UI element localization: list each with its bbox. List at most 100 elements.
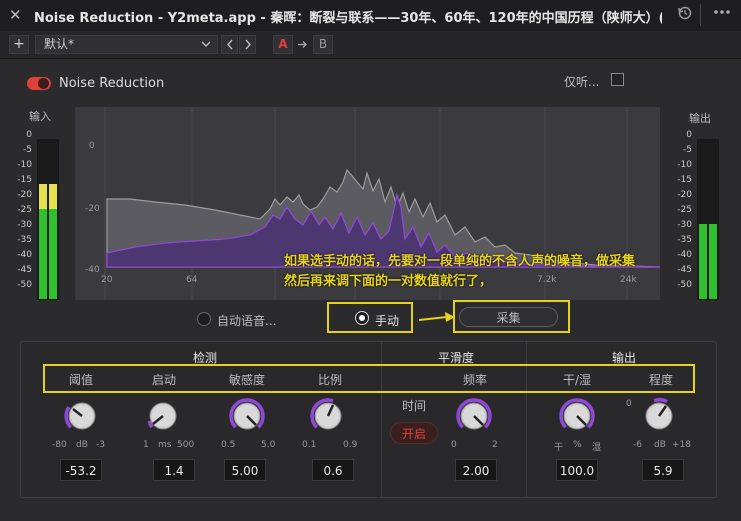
level-unit: dB <box>654 440 666 450</box>
chevron-right-icon <box>244 39 251 50</box>
noise-reduction-toggle[interactable] <box>27 77 51 90</box>
time-toggle-button[interactable]: 开启 <box>390 422 438 444</box>
scale-label: -20 <box>677 190 692 200</box>
threshold-knob[interactable] <box>60 394 104 438</box>
preset-select[interactable]: 默认* <box>35 35 218 54</box>
attack-knob[interactable] <box>141 394 185 438</box>
level-knob[interactable] <box>637 394 681 438</box>
input-meter <box>37 139 59 300</box>
scale-label: -45 <box>17 265 32 275</box>
meter-left-green <box>699 224 707 299</box>
threshold-min: -80 <box>52 440 67 450</box>
drywet-unit: % <box>573 440 582 450</box>
auto-speech-radio[interactable] <box>197 312 211 326</box>
ratio-value[interactable]: 0.6 <box>312 459 354 481</box>
input-meter-label: 输入 <box>29 110 51 123</box>
scale-label: -40 <box>677 250 692 260</box>
scale-label: -5 <box>23 145 32 155</box>
arrow-icon <box>417 309 457 325</box>
toggle-knob <box>38 78 49 89</box>
scale-label: -25 <box>17 205 32 215</box>
scale-label: -10 <box>677 160 692 170</box>
scale-label: 0 <box>686 130 692 140</box>
scale-label: -5 <box>683 145 692 155</box>
sensitivity-value[interactable]: 5.00 <box>224 459 266 481</box>
threshold-label: 阈值 <box>69 373 94 387</box>
time-toggle-label: 开启 <box>401 427 426 441</box>
drywet-max: 湿 <box>592 443 602 453</box>
scale-label: -35 <box>17 235 32 245</box>
level-max: +18 <box>672 440 691 450</box>
manual-radio[interactable] <box>355 311 369 325</box>
frequency-max: 2 <box>492 440 498 450</box>
level-top-mark: 0 <box>626 399 632 409</box>
drywet-value[interactable]: 100.0 <box>556 459 598 481</box>
meter-left-green <box>39 209 47 299</box>
scale-label: -30 <box>17 220 32 230</box>
prev-preset-button[interactable] <box>221 35 238 54</box>
frequency-knob[interactable] <box>452 394 496 438</box>
capture-button[interactable]: 采集 <box>459 307 558 327</box>
spectrum-x-label: 64 <box>186 275 198 285</box>
drywet-label: 干/湿 <box>563 373 592 387</box>
threshold-value[interactable]: -53.2 <box>60 459 102 481</box>
capture-label: 采集 <box>496 311 521 325</box>
level-label: 程度 <box>649 373 674 387</box>
spectrum-x-label: 24k <box>620 275 637 285</box>
attack-min: 1 <box>143 440 149 450</box>
sensitivity-label: 敏感度 <box>229 373 266 387</box>
listen-only-checkbox[interactable] <box>611 73 624 86</box>
output-meter <box>697 139 719 300</box>
meter-right-yellow <box>49 184 57 209</box>
chevron-down-icon <box>201 37 211 56</box>
frequency-label: 频率 <box>463 373 488 387</box>
preset-name: 默认* <box>44 37 75 51</box>
ratio-label: 比例 <box>318 373 343 387</box>
compare-a-button[interactable]: A <box>273 35 293 54</box>
scale-label: -30 <box>677 220 692 230</box>
chevron-left-icon <box>226 39 233 50</box>
sensitivity-max: 5.0 <box>261 440 276 450</box>
attack-unit: ms <box>158 440 172 450</box>
copy-arrow-icon[interactable] <box>294 35 311 54</box>
drywet-min: 干 <box>554 443 564 453</box>
meter-right-green <box>49 209 57 299</box>
frequency-value[interactable]: 2.00 <box>455 459 497 481</box>
sensitivity-min: 0.5 <box>221 440 236 450</box>
sensitivity-knob[interactable] <box>225 394 269 438</box>
scale-label: -35 <box>677 235 692 245</box>
meter-right-green <box>709 224 717 299</box>
reset-icon[interactable] <box>677 5 693 25</box>
scale-label: -50 <box>677 280 692 290</box>
meter-left-yellow <box>39 184 47 209</box>
scale-label: -10 <box>17 160 32 170</box>
add-preset-button[interactable]: + <box>9 35 29 54</box>
more-options-icon[interactable] <box>712 4 732 24</box>
spectrum-x-label: 7.2k <box>537 275 557 285</box>
labels-highlight-box <box>43 364 695 393</box>
spectrum-y-label: -20 <box>85 204 100 214</box>
annotation-line-1: 如果选手动的话，先要对一段单纯的不含人声的噪音，做采集 <box>284 254 636 269</box>
level-value[interactable]: 5.9 <box>642 459 684 481</box>
output-meter-label: 输出 <box>689 112 711 125</box>
next-preset-button[interactable] <box>239 35 256 54</box>
auto-speech-label[interactable]: 自动语音... <box>217 312 276 329</box>
radio-dot <box>359 315 365 321</box>
scale-label: -20 <box>17 190 32 200</box>
scale-label: -15 <box>677 175 692 185</box>
ratio-knob[interactable] <box>306 394 350 438</box>
spectrum-y-label: -40 <box>85 265 100 275</box>
compare-b-button[interactable]: B <box>313 35 333 54</box>
level-min: -6 <box>633 440 642 450</box>
plugin-label: Noise Reduction <box>59 76 165 91</box>
time-label: 时间 <box>402 399 427 413</box>
threshold-max: -3 <box>96 440 105 450</box>
attack-value[interactable]: 1.4 <box>153 459 195 481</box>
title-divider <box>700 4 701 26</box>
spectrum-y-label: 0 <box>89 141 95 151</box>
drywet-knob[interactable] <box>555 394 599 438</box>
ratio-min: 0.1 <box>302 440 317 450</box>
scale-label: -40 <box>17 250 32 260</box>
manual-label[interactable]: 手动 <box>375 312 399 329</box>
close-icon[interactable]: ✕ <box>9 6 22 24</box>
